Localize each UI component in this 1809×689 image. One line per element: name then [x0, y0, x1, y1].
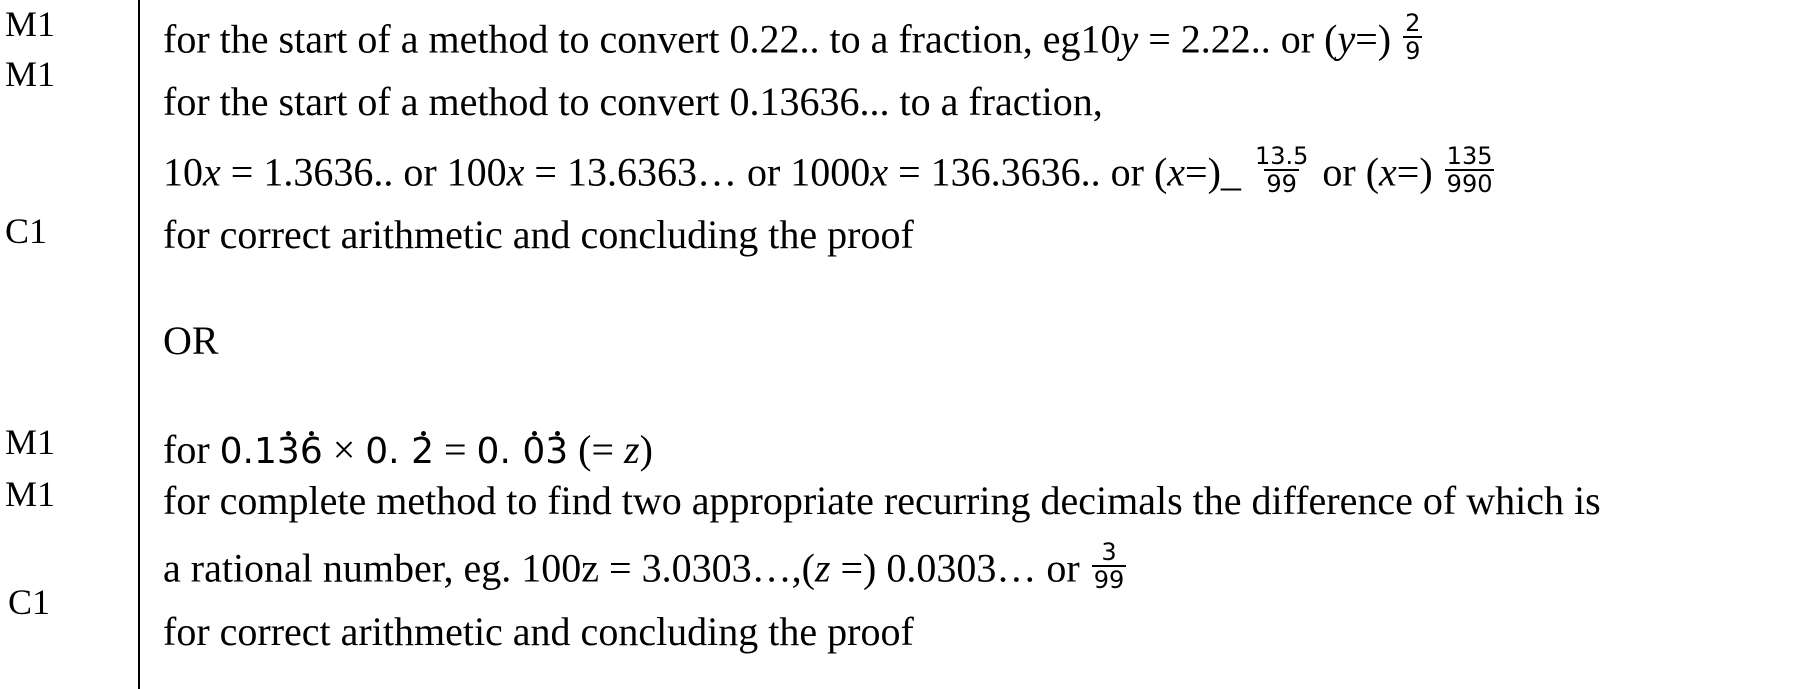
mark-m1-b: M1: [5, 54, 56, 94]
mark-c1-a: C1: [5, 211, 48, 251]
mark-m1-c: M1: [5, 422, 56, 462]
fraction-numerator: 135: [1446, 142, 1493, 170]
var-y-2: y: [1337, 16, 1356, 62]
fraction-135-990: 135 990: [1444, 142, 1495, 199]
recurring-0-136: 0.136: [220, 431, 323, 472]
digits-0-1: 0.1: [219, 431, 277, 472]
times-sign: ×: [322, 427, 366, 472]
dotted-digit-2: 2: [411, 431, 434, 472]
dotted-digit-3: 3: [276, 431, 300, 472]
var-x-4: x: [1167, 149, 1186, 195]
var-x-2: x: [506, 149, 525, 195]
line-3-c: = 13.6363… or 1000: [524, 149, 871, 195]
fraction-denominator: 99: [1091, 565, 1127, 595]
var-z-2: z: [814, 545, 831, 591]
line-5-tail: (=: [568, 427, 625, 472]
line-3: 10x = 1.3636.. or 100x = 13.6363… or 100…: [163, 143, 1496, 204]
equals-sign: =: [433, 427, 477, 472]
line-5: for 0.136 × 0. 2 = 0. 03 (= z): [163, 430, 653, 470]
line-1-text2: = 2.22.. or (: [1138, 16, 1338, 62]
line-1-text3: =): [1355, 16, 1392, 62]
dotted-digit-6: 6: [299, 431, 323, 472]
fraction-3-99: 3 99: [1091, 538, 1127, 595]
fraction-numerator: 3: [1101, 538, 1117, 566]
fraction-13-5-99: 13.5 99: [1253, 143, 1310, 198]
line-8: for correct arithmetic and concluding th…: [163, 609, 914, 654]
var-x-1: x: [203, 149, 221, 195]
mark-m1-d: M1: [5, 474, 56, 514]
line-3-h: =): [1396, 149, 1433, 195]
line-3-e: =)_: [1185, 149, 1241, 195]
line-3-b: = 1.3636.. or 100: [220, 149, 507, 195]
var-x-5: x: [1379, 149, 1397, 195]
dotted-digit-0: 0: [522, 431, 546, 472]
fraction-denominator: 9: [1403, 36, 1423, 66]
line-2: for the start of a method to convert 0.1…: [163, 79, 1103, 124]
line-7-text2: =) 0.0303… or: [830, 545, 1080, 591]
line-4: for correct arithmetic and concluding th…: [163, 212, 914, 257]
recurring-0-2: 0. 2: [365, 431, 434, 472]
line-1-text: for the start of a method to convert 0.2…: [163, 16, 1121, 62]
var-z: z: [624, 427, 640, 472]
line-7-text: a rational number, eg. 100z = 3.0303…,(: [163, 545, 815, 591]
dotted-digit-3b: 3: [545, 431, 569, 472]
digits-0-b: 0.: [476, 431, 523, 472]
line-3-a: 10: [163, 149, 203, 195]
mark-c1-b: C1: [8, 582, 51, 622]
line-5-text: for: [163, 427, 220, 472]
var-y: y: [1120, 16, 1139, 62]
digits-0: 0.: [365, 431, 412, 472]
line-5-close: ): [639, 427, 653, 472]
var-x-3: x: [870, 149, 889, 195]
line-7: a rational number, eg. 100z = 3.0303…,(z…: [163, 539, 1128, 600]
line-3-g: or (: [1312, 149, 1380, 195]
line-1: for the start of a method to convert 0.2…: [163, 10, 1424, 71]
fraction-denominator: 99: [1264, 169, 1299, 199]
line-6: for complete method to find two appropri…: [163, 478, 1601, 523]
fraction-2-9: 2 9: [1403, 9, 1423, 66]
mark-m1-a: M1: [5, 4, 56, 44]
line-3-d: = 136.3636.. or (: [888, 149, 1168, 195]
fraction-numerator: 13.5: [1254, 142, 1309, 170]
or-separator: OR: [163, 318, 219, 363]
fraction-denominator: 990: [1444, 169, 1495, 199]
column-divider: [138, 0, 140, 689]
recurring-0-03: 0. 03: [476, 431, 569, 472]
fraction-numerator: 2: [1405, 9, 1421, 37]
